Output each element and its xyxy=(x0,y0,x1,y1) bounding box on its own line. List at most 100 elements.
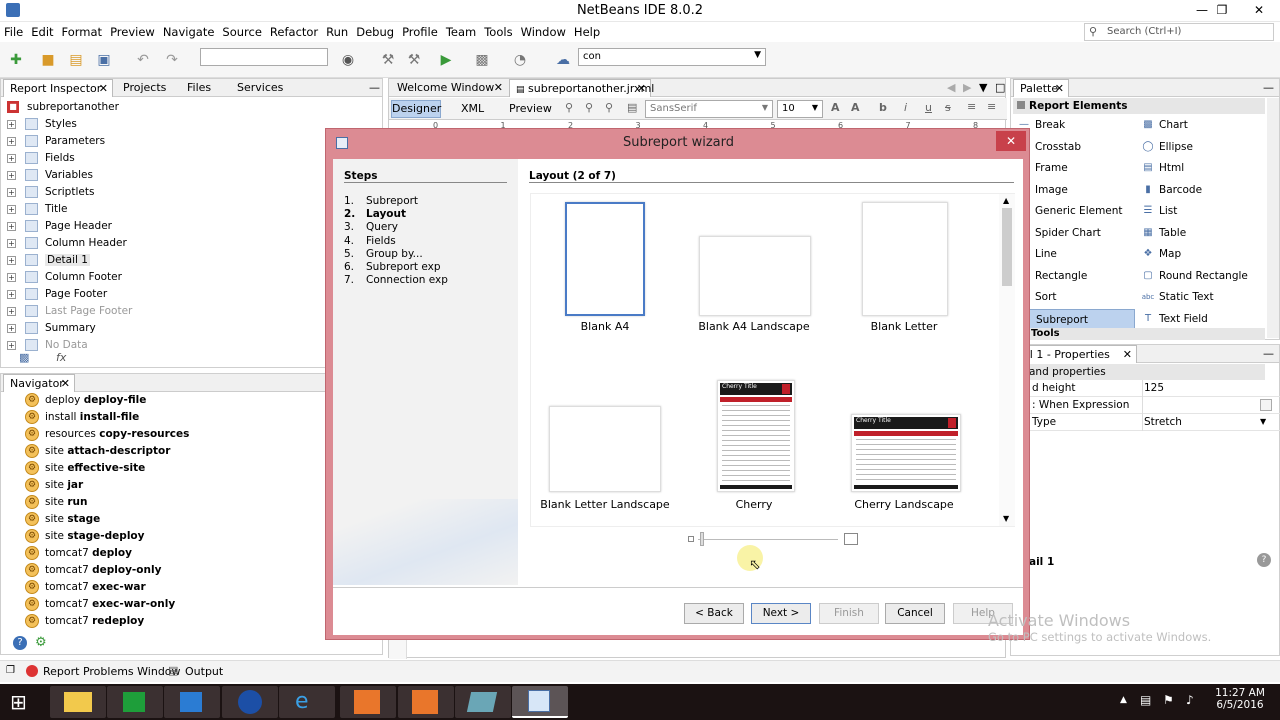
tab-properties[interactable]: ail 1 - Properties ✕ xyxy=(1013,345,1137,363)
gallery-scrollbar[interactable]: ▲ ▼ xyxy=(999,194,1015,526)
next-button[interactable]: Next > xyxy=(751,603,811,624)
clock[interactable]: 11:27 AM 6/5/2016 xyxy=(1205,687,1275,711)
image-icon[interactable]: ▤ xyxy=(627,101,637,114)
tab-navigator[interactable]: Navigator ✕ xyxy=(3,374,75,392)
palette-item-rectangle[interactable]: ▭Rectangle xyxy=(1013,266,1135,287)
expand-icon[interactable]: + xyxy=(7,324,16,333)
tab-preview[interactable]: Preview xyxy=(509,102,552,115)
italic-icon[interactable]: i xyxy=(904,101,907,114)
new-file-icon[interactable]: ✚ xyxy=(6,50,26,70)
menu-window[interactable]: Window xyxy=(517,23,570,41)
property-value[interactable]: 125 xyxy=(1144,382,1164,394)
dialog-close-icon[interactable]: ✕ xyxy=(996,131,1026,151)
menu-file[interactable]: File xyxy=(0,23,27,41)
search-input[interactable]: ⚲ Search (Ctrl+I) xyxy=(1084,23,1274,41)
output-tab[interactable]: Output xyxy=(185,665,223,678)
menu-run[interactable]: Run xyxy=(322,23,352,41)
tree-item[interactable]: + Fields xyxy=(1,150,324,167)
expand-icon[interactable]: + xyxy=(7,205,16,214)
minimize-panel-icon[interactable]: — xyxy=(1257,79,1280,97)
netbeans-taskbar-icon[interactable] xyxy=(512,686,568,718)
navigator-item[interactable]: ⚙ site run xyxy=(1,494,324,511)
font-size-combo[interactable]: 10 ▼ xyxy=(777,100,823,118)
align-justify-icon[interactable]: ≡ xyxy=(987,100,996,113)
tree-item[interactable]: + Last Page Footer xyxy=(1,303,324,320)
back-button[interactable]: < Back xyxy=(684,603,744,624)
zoom-out-icon[interactable]: ⚲ xyxy=(585,101,593,114)
menu-team[interactable]: Team xyxy=(442,23,480,41)
close-tab-icon[interactable]: ✕ xyxy=(1123,348,1132,361)
navigator-item[interactable]: ⚙ site effective-site xyxy=(1,460,324,477)
close-tab-icon[interactable]: ✕ xyxy=(1055,82,1064,95)
zoom-slider[interactable] xyxy=(688,532,858,546)
property-row[interactable]: : When Expression xyxy=(1014,397,1280,414)
menu-debug[interactable]: Debug xyxy=(352,23,398,41)
app-orange-icon[interactable] xyxy=(340,686,396,718)
expand-icon[interactable]: + xyxy=(7,307,16,316)
menu-preview[interactable]: Preview xyxy=(106,23,159,41)
tree-item[interactable]: + Styles xyxy=(1,116,324,133)
tree-item[interactable]: + Scriptlets xyxy=(1,184,324,201)
settings-gear-icon[interactable]: ⚙ xyxy=(35,635,47,650)
browser-globe-icon[interactable] xyxy=(222,686,278,718)
scroll-down-icon[interactable]: ▼ xyxy=(1003,514,1009,523)
navigator-item[interactable]: ⚙ tomcat7 redeploy xyxy=(1,613,324,630)
expand-icon[interactable]: + xyxy=(7,154,16,163)
tools-section-header[interactable]: Tools xyxy=(1013,328,1265,340)
strike-icon[interactable]: s xyxy=(945,101,951,114)
menu-navigate[interactable]: Navigate xyxy=(159,23,219,41)
close-tab-icon[interactable]: ✕ xyxy=(61,377,70,390)
navigator-item[interactable]: ⚙ tomcat7 exec-war-only xyxy=(1,596,324,613)
expand-icon[interactable]: + xyxy=(7,137,16,146)
navigator-item[interactable]: ⚙ site jar xyxy=(1,477,324,494)
expand-icon[interactable]: + xyxy=(7,239,16,248)
tab-services[interactable]: Services xyxy=(231,79,289,97)
palette-scrollbar[interactable] xyxy=(1267,98,1279,338)
palette-item-sort[interactable]: ⇅Sort xyxy=(1013,287,1135,308)
layout-thumbnail[interactable] xyxy=(565,202,645,316)
tree-item[interactable]: + Variables xyxy=(1,167,324,184)
palette-item-text-field[interactable]: T Text Field xyxy=(1137,309,1265,330)
datasource-icon[interactable]: ☁ xyxy=(553,50,573,70)
menu-edit[interactable]: Edit xyxy=(27,23,57,41)
tab-designer[interactable]: Designer xyxy=(391,100,441,118)
store-icon[interactable] xyxy=(107,686,163,718)
start-windows-icon[interactable]: ⊞ xyxy=(10,692,36,714)
palette-item-generic-element[interactable]: ◇Generic Element xyxy=(1013,201,1135,222)
network-icon[interactable]: ▤ xyxy=(1140,693,1151,707)
tray-up-icon[interactable]: ▲ xyxy=(1120,695,1127,705)
align-left-icon[interactable]: ≡ xyxy=(967,100,976,113)
minimize-panel-icon[interactable]: — xyxy=(1257,345,1280,363)
close-window-icon[interactable]: ✕ xyxy=(1238,0,1280,20)
navigator-item[interactable]: ⚙ resources copy-resources xyxy=(1,426,324,443)
expand-icon[interactable]: + xyxy=(7,256,16,265)
globe-icon[interactable]: ◉ xyxy=(338,50,358,70)
bold-icon[interactable]: b xyxy=(879,101,887,114)
volume-icon[interactable]: ♪ xyxy=(1186,693,1194,707)
palette-item-html[interactable]: ▤ Html xyxy=(1137,158,1265,179)
menu-refactor[interactable]: Refactor xyxy=(266,23,322,41)
datasource-combo[interactable]: con ▼ xyxy=(578,48,766,66)
config-dropdown[interactable] xyxy=(200,48,328,66)
clean-build-icon[interactable]: ⚒ xyxy=(404,50,424,70)
font-grow-icon[interactable]: A xyxy=(831,101,840,114)
layout-thumbnail[interactable] xyxy=(549,406,661,492)
navigator-item[interactable]: ⚙ tomcat7 deploy xyxy=(1,545,324,562)
tab-files[interactable]: Files xyxy=(181,79,217,97)
zoom-in-icon[interactable]: ⚲ xyxy=(565,101,573,114)
internet-explorer-icon[interactable]: e xyxy=(279,686,335,718)
screen-capture-icon[interactable] xyxy=(164,686,220,718)
function-icon[interactable]: fx xyxy=(56,351,66,364)
property-row[interactable]: Type Stretch ▼ xyxy=(1014,414,1280,431)
palette-item-image[interactable]: ▤Image xyxy=(1013,180,1135,201)
slider-handle[interactable] xyxy=(700,532,704,546)
restore-icon[interactable]: ❐ xyxy=(1207,0,1237,20)
palette-item-barcode[interactable]: ▮ Barcode xyxy=(1137,180,1265,201)
menu-tools[interactable]: Tools xyxy=(480,23,516,41)
palette-item-table[interactable]: ▦ Table xyxy=(1137,223,1265,244)
menu-source[interactable]: Source xyxy=(218,23,266,41)
layout-thumbnail[interactable] xyxy=(862,202,948,316)
palette-item-static-text[interactable]: abc Static Text xyxy=(1137,287,1265,308)
close-tab-icon[interactable]: ✕ xyxy=(637,82,646,95)
tree-item[interactable]: + Page Footer xyxy=(1,286,324,303)
